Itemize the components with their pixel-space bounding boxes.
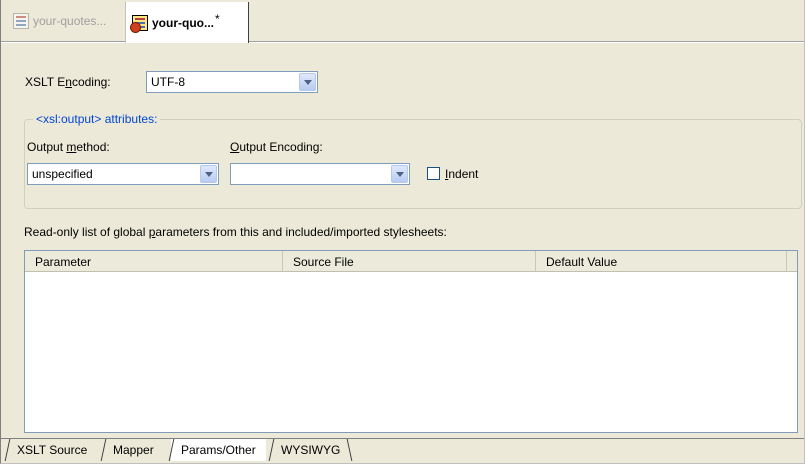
tab-label: Params/Other xyxy=(181,443,256,457)
chevron-down-icon[interactable] xyxy=(391,165,408,183)
xml-file-icon xyxy=(13,13,29,29)
editor-window: your-quotes... your-quo... * XSLT Encodin… xyxy=(0,0,805,464)
modified-marker: * xyxy=(215,11,220,26)
output-encoding-select[interactable] xyxy=(230,163,410,185)
tab-xslt-source[interactable]: XSLT Source xyxy=(4,439,97,461)
document-tab-your-quotes[interactable]: your-quotes... xyxy=(7,4,112,38)
document-tab-strip: your-quotes... your-quo... * xyxy=(1,0,804,43)
table-header: Parameter Source File Default Value xyxy=(25,251,797,272)
chevron-down-icon[interactable] xyxy=(200,165,217,183)
column-header-default-value[interactable]: Default Value xyxy=(536,251,787,272)
output-method-value: unspecified xyxy=(32,167,93,181)
tab-label: WYSIWYG xyxy=(281,443,341,457)
view-tab-strip: XSLT Source Mapper Params/Other WYSIWYG xyxy=(1,438,804,463)
tab-label: XSLT Source xyxy=(17,443,88,457)
tab-wysiwyg[interactable]: WYSIWYG xyxy=(268,439,353,461)
global-parameters-table[interactable]: Parameter Source File Default Value xyxy=(24,250,798,433)
xsl-output-attributes-group: <xsl:output> attributes: Output method: … xyxy=(24,112,802,209)
indent-label[interactable]: Indent xyxy=(445,167,478,181)
indent-checkbox[interactable] xyxy=(427,167,440,180)
xml-file-icon xyxy=(130,14,148,33)
global-parameters-caption: Read-only list of global parameters from… xyxy=(24,225,447,239)
tab-params-other[interactable]: Params/Other xyxy=(168,439,266,461)
tab-mapper[interactable]: Mapper xyxy=(100,439,164,461)
output-method-select[interactable]: unspecified xyxy=(27,163,219,185)
xsl-output-group-caption: <xsl:output> attributes: xyxy=(33,112,161,126)
output-method-label: Output method: xyxy=(27,140,110,154)
xslt-encoding-select[interactable]: UTF-8 xyxy=(146,71,318,93)
xslt-encoding-value: UTF-8 xyxy=(151,75,185,89)
column-header-parameter[interactable]: Parameter xyxy=(25,251,283,272)
column-header-source-file[interactable]: Source File xyxy=(283,251,536,272)
xslt-encoding-label: XSLT Encoding: xyxy=(25,75,111,89)
document-tab-label: your-quo... xyxy=(152,15,214,30)
document-tab-label: your-quotes... xyxy=(33,14,107,28)
chevron-down-icon[interactable] xyxy=(299,73,316,91)
document-tab-your-quo-active[interactable]: your-quo... * xyxy=(125,2,249,43)
output-encoding-label: Output Encoding: xyxy=(230,140,323,154)
tab-label: Mapper xyxy=(113,443,154,457)
params-other-panel: XSLT Encoding: UTF-8 <xsl:output> attrib… xyxy=(1,43,804,438)
